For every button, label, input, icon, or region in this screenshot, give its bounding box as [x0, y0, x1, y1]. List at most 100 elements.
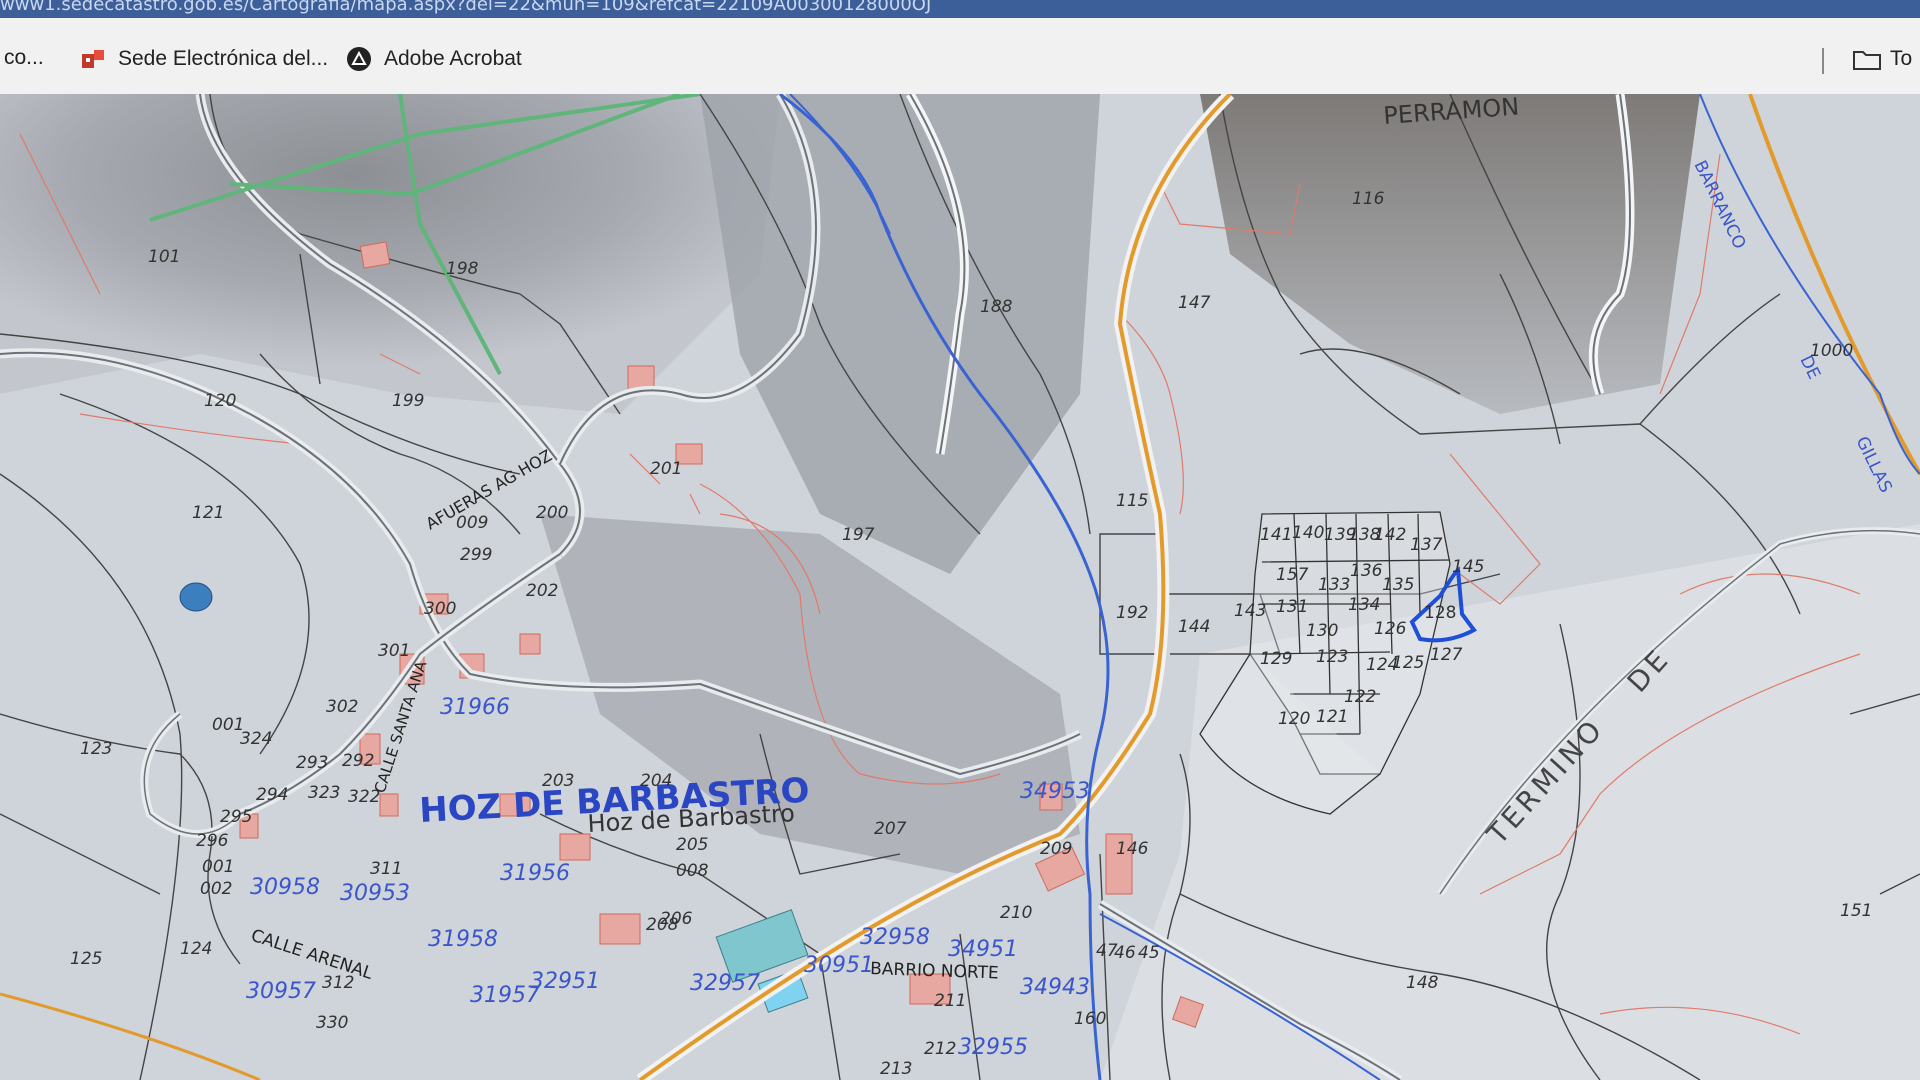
parcel-label: 212 — [924, 1039, 956, 1059]
parcel-label: 210 — [1000, 903, 1032, 923]
parcel-label: 211 — [934, 991, 966, 1011]
ref-label: 32958 — [860, 925, 930, 950]
parcel-label: 205 — [676, 835, 708, 855]
parcel-label: 157 — [1276, 565, 1309, 585]
ref-label: 30953 — [340, 881, 410, 906]
map-canvas[interactable]: PERRAMON HOZ DE BARBASTRO Hoz de Barbast… — [0, 94, 1920, 1080]
parcel-label: 140 — [1292, 523, 1324, 543]
parcel-label: 121 — [1316, 707, 1348, 727]
parcel-label: 45 — [1138, 943, 1160, 963]
parcel-label: 324 — [240, 729, 272, 749]
parcel-label: 204 — [640, 771, 672, 791]
parcel-label: 142 — [1374, 525, 1406, 545]
ref-label: 31966 — [440, 695, 510, 720]
ref-label: 34951 — [948, 937, 1018, 962]
parcel-label: 129 — [1260, 649, 1292, 669]
parcel-label: 130 — [1306, 621, 1338, 641]
ref-label: 30957 — [246, 979, 316, 1004]
bookmark-label: Sede Electrónica del... — [118, 47, 329, 70]
parcel-label: 001 — [202, 857, 234, 877]
parcel-label: 330 — [316, 1013, 348, 1033]
parcel-label: 123 — [1316, 647, 1348, 667]
selected-parcel-label: 128 — [1424, 603, 1456, 623]
parcel-label: 302 — [326, 697, 358, 717]
parcel-label: 125 — [70, 949, 102, 969]
parcel-label: 301 — [378, 641, 410, 661]
ref-label: 32957 — [690, 971, 760, 996]
cadastral-map[interactable]: PERRAMON HOZ DE BARBASTRO Hoz de Barbast… — [0, 94, 1920, 1080]
parcel-label: 311 — [370, 859, 402, 879]
parcel-label: 207 — [874, 819, 907, 839]
parcel-label: 009 — [456, 513, 488, 533]
water-tank — [179, 582, 213, 612]
parcel-label: 144 — [1178, 617, 1210, 637]
folder-icon — [1852, 46, 1881, 72]
parcel-label: 148 — [1406, 973, 1439, 993]
bookmark-label: co... — [4, 46, 44, 69]
parcel-label: 136 — [1350, 561, 1383, 581]
parcel-label: 296 — [196, 831, 229, 851]
bookmark-sede-electronica[interactable]: Sede Electrónica del... — [80, 46, 328, 72]
ref-label: 34953 — [1020, 779, 1090, 804]
parcel-label: 141 — [1260, 525, 1292, 545]
parcel-label: 203 — [542, 771, 574, 791]
parcel-label: 202 — [526, 581, 558, 601]
parcel-label: 200 — [536, 503, 568, 523]
parcel-label: 120 — [204, 391, 236, 411]
parcel-label: 299 — [460, 545, 492, 565]
bookmark-folder[interactable]: To — [1852, 46, 1912, 72]
parcel-label: 122 — [1344, 687, 1376, 707]
parcel-label: 46 — [1114, 943, 1136, 963]
ref-label: 31958 — [428, 927, 498, 952]
parcel-label: 120 — [1278, 709, 1310, 729]
parcel-label: 146 — [1116, 839, 1149, 859]
bookmark-adobe-acrobat[interactable]: Adobe Acrobat — [346, 46, 522, 72]
parcel-label: 292 — [342, 751, 374, 771]
ref-label: 31956 — [500, 861, 570, 886]
parcel-label: 126 — [1374, 619, 1407, 639]
parcel-label: 125 — [1392, 653, 1424, 673]
bookmark-co[interactable]: co... — [4, 46, 44, 70]
parcel-label: 134 — [1348, 595, 1380, 615]
bookmark-label: Adobe Acrobat — [384, 47, 522, 70]
address-bar[interactable]: www1.sedecatastro.gob.es/Cartografia/map… — [0, 0, 1920, 18]
parcel-label: 147 — [1178, 293, 1211, 313]
parcel-label: 127 — [1430, 645, 1463, 665]
parcel-label: 145 — [1452, 557, 1484, 577]
parcel-label: 115 — [1116, 491, 1148, 511]
parcel-label: 213 — [880, 1059, 912, 1079]
parcel-label: 208 — [646, 915, 679, 935]
acrobat-icon — [346, 46, 372, 72]
parcel-label: 294 — [256, 785, 288, 805]
ref-label: 32955 — [958, 1035, 1028, 1060]
parcel-label: 151 — [1840, 901, 1872, 921]
parcel-label: 131 — [1276, 597, 1308, 617]
parcel-label: 116 — [1352, 189, 1385, 209]
parcel-label: 198 — [446, 259, 479, 279]
parcel-label: 209 — [1040, 839, 1072, 859]
catastro-icon — [80, 46, 106, 72]
parcel-label: 121 — [192, 503, 224, 523]
bookmark-folder-label: To — [1890, 47, 1913, 70]
parcel-label: 133 — [1318, 575, 1350, 595]
parcel-label: 295 — [220, 807, 252, 827]
bookmarks-separator — [1822, 48, 1824, 74]
parcel-label: 143 — [1234, 601, 1266, 621]
bookmarks-bar: co... Sede Electrónica del... Adobe Acro… — [0, 18, 1920, 95]
parcel-label: 322 — [348, 787, 380, 807]
parcel-label: 1000 — [1810, 341, 1853, 361]
parcel-label: 312 — [322, 973, 354, 993]
ref-label: 31957 — [470, 983, 540, 1008]
parcel-label: 124 — [180, 939, 212, 959]
url-text: www1.sedecatastro.gob.es/Cartografia/map… — [0, 0, 932, 15]
ref-label: 30951 — [804, 953, 874, 978]
parcel-label: 197 — [842, 525, 875, 545]
ref-label: 34943 — [1020, 975, 1090, 1000]
parcel-label: 300 — [424, 599, 456, 619]
parcel-label: 293 — [296, 753, 328, 773]
parcel-label: 188 — [980, 297, 1013, 317]
parcel-label: 101 — [148, 247, 180, 267]
ref-label: 30958 — [250, 875, 320, 900]
parcel-label: 323 — [308, 783, 340, 803]
parcel-label: 008 — [676, 861, 709, 881]
